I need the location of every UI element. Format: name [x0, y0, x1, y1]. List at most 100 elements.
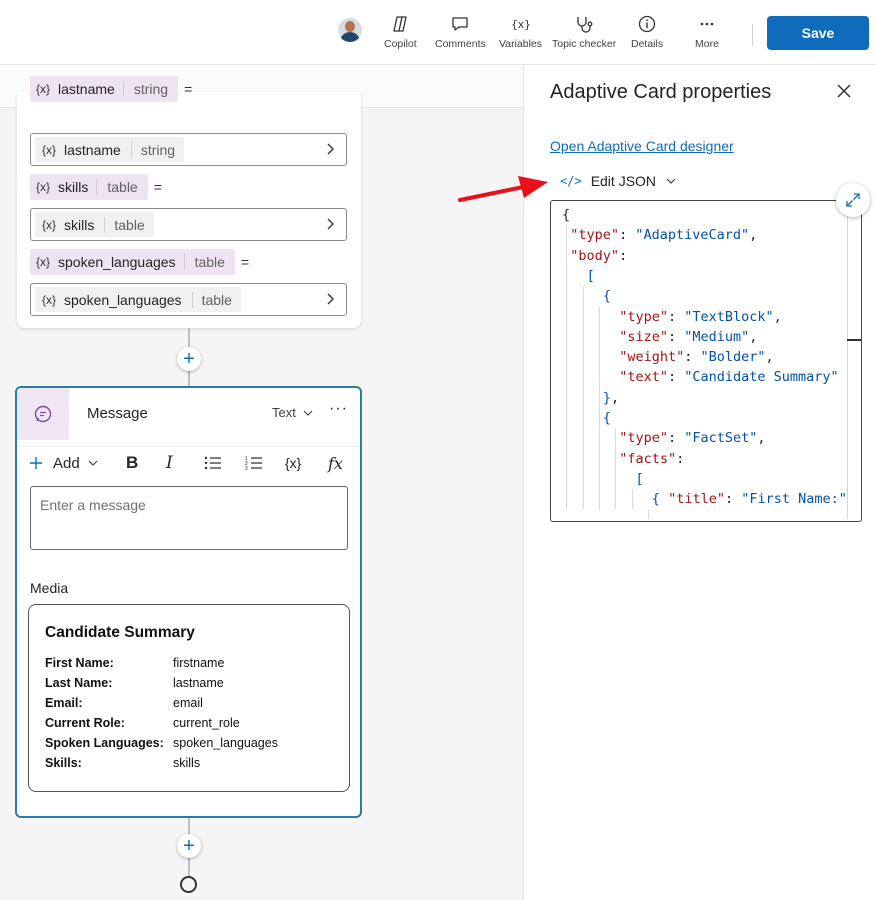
edit-json-toggle[interactable]: </> Edit JSON — [560, 173, 677, 189]
indent-guide — [631, 489, 633, 510]
panel-title: Adaptive Card properties — [550, 81, 772, 103]
variable-name: lastname — [58, 81, 115, 97]
fact-row: Current Role: current_role — [45, 713, 240, 733]
variable-value-spoken-languages[interactable]: {x} spoken_languages table — [30, 283, 347, 316]
insert-formula-button[interactable]: fx — [328, 452, 343, 474]
toolbar-divider — [752, 24, 753, 46]
chevron-down-icon — [303, 410, 313, 416]
variables-label: Variables — [499, 38, 542, 50]
numbered-list-button[interactable]: 123 — [245, 452, 263, 474]
chevron-down-icon — [666, 178, 676, 184]
more-label: More — [695, 38, 719, 50]
json-editor[interactable]: {"type": "AdaptiveCard", "body": [{"type":… — [550, 200, 862, 522]
json-code-line: { — [602, 288, 612, 305]
json-code-line: "size": "Medium", — [619, 328, 758, 345]
fact-title: Spoken Languages: — [45, 736, 164, 750]
svg-text:{x}: {x} — [511, 18, 531, 31]
variable-row-spoken-languages[interactable]: {x} spoken_languages table = — [30, 249, 249, 275]
message-icon — [17, 388, 69, 440]
json-code-line: "text": "Candidate Summary" — [619, 369, 839, 386]
variable-value-skills[interactable]: {x} skills table — [30, 208, 347, 241]
value-type: table — [191, 291, 241, 308]
expand-editor-button[interactable] — [836, 183, 870, 217]
editor-scroll-marker — [847, 339, 861, 341]
bullet-list-button[interactable] — [204, 452, 222, 474]
save-button[interactable]: Save — [767, 16, 869, 50]
open-card-designer-link[interactable]: Open Adaptive Card designer — [550, 138, 734, 154]
json-code-area[interactable]: {"type": "AdaptiveCard", "body": [{"type":… — [551, 201, 847, 519]
variables-button[interactable]: {x} Variables — [499, 14, 542, 54]
json-code-line: { — [562, 207, 571, 223]
expand-icon — [846, 193, 860, 207]
fact-title: Email: — [45, 696, 83, 710]
variable-value-lastname[interactable]: {x} lastname string — [30, 133, 347, 166]
json-code-line: "weight": "Bolder", — [619, 349, 774, 366]
fact-title: First Name: — [45, 656, 114, 670]
fact-value: email — [173, 696, 203, 710]
fact-title: Skills: — [45, 756, 82, 770]
bold-icon: B — [126, 453, 139, 472]
add-content-button[interactable]: Add — [29, 452, 99, 474]
message-type-value: Text — [272, 405, 296, 420]
add-node-button[interactable]: + — [177, 347, 201, 371]
copilot-label: Copilot — [384, 38, 417, 50]
copilot-button[interactable]: Copilot — [384, 14, 417, 54]
close-icon[interactable] — [836, 83, 852, 99]
adaptive-card-preview[interactable]: Candidate Summary First Name: firstname L… — [28, 604, 350, 792]
variable-icon: {x} — [511, 18, 531, 31]
variable-row-lastname[interactable]: {x} lastname string = — [30, 76, 192, 102]
json-code-line: [ — [635, 470, 644, 487]
json-code-line: "body": — [570, 247, 628, 264]
plus-icon — [30, 457, 42, 469]
node-more-button[interactable]: ··· — [329, 400, 348, 418]
message-type-dropdown[interactable]: Text — [272, 405, 314, 420]
editor-scrollbar[interactable] — [847, 201, 848, 519]
bullet-list-icon — [204, 456, 221, 470]
fact-row: Email: email — [45, 693, 203, 713]
bold-button[interactable]: B — [126, 452, 138, 474]
message-node[interactable]: Message Text ··· Add B I 123 {x} fx Ente… — [15, 386, 362, 818]
user-avatar[interactable] — [338, 18, 362, 42]
topic-checker-button[interactable]: Topic checker — [552, 14, 616, 54]
fact-value: current_role — [173, 716, 240, 730]
variable-chip[interactable]: {x} spoken_languages table — [30, 249, 235, 275]
variable-name: skills — [58, 179, 89, 195]
comments-button[interactable]: Comments — [435, 14, 486, 54]
json-code-line: { "title": "First Name:" — [651, 491, 847, 508]
json-code-line: [ — [586, 267, 595, 284]
variable-icon: {x} — [42, 142, 57, 157]
variable-chip[interactable]: {x} lastname string — [30, 76, 179, 102]
more-icon — [700, 22, 714, 26]
adaptive-card-properties-panel: Adaptive Card properties Open Adaptive C… — [523, 66, 876, 900]
variable-type: table — [96, 179, 147, 195]
top-toolbar: Copilot Comments {x} Variables Topic che… — [0, 0, 876, 65]
variable-row-skills[interactable]: {x} skills table = — [30, 174, 162, 200]
variable-chip[interactable]: {x} skills table — [30, 174, 148, 200]
details-button[interactable]: Details — [631, 14, 663, 54]
set-variable-node[interactable]: {x} lastname string = {x} lastname strin… — [17, 76, 361, 328]
variable-name: spoken_languages — [58, 254, 176, 270]
formula-icon: fx — [328, 453, 343, 473]
chevron-down-icon — [88, 460, 98, 466]
code-icon: </> — [560, 174, 582, 188]
more-button[interactable]: More — [695, 14, 719, 54]
indent-guide — [566, 225, 568, 510]
italic-button[interactable]: I — [166, 452, 173, 474]
value-name: skills — [64, 216, 95, 233]
equals-sign: = — [153, 179, 162, 195]
add-node-button[interactable]: + — [177, 834, 201, 858]
variable-icon: {x} — [42, 292, 57, 307]
message-input[interactable]: Enter a message — [30, 486, 348, 550]
authoring-canvas[interactable]: {x} lastname string = {x} lastname strin… — [0, 66, 523, 900]
json-code-line: }, — [602, 389, 620, 406]
indent-guide — [582, 286, 584, 510]
variable-icon: {x} — [36, 255, 51, 269]
fact-value: lastname — [173, 676, 224, 690]
chevron-right-icon — [327, 143, 334, 155]
chevron-right-icon — [327, 293, 334, 305]
insert-variable-button[interactable]: {x} — [285, 452, 301, 474]
indent-guide — [598, 306, 600, 510]
fact-row: Skills: skills — [45, 753, 200, 773]
equals-sign: = — [240, 254, 250, 270]
variable-icon: {x} — [36, 180, 51, 194]
